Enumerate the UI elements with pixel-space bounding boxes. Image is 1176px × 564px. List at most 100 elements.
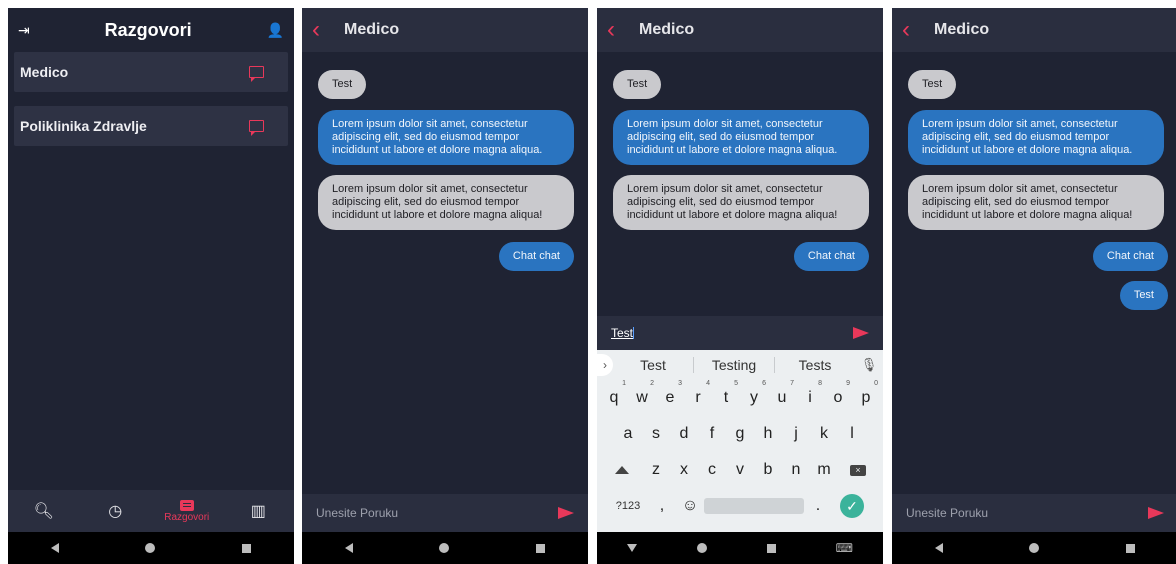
back-nav-icon[interactable] <box>51 543 60 553</box>
key-b[interactable]: b <box>754 461 782 479</box>
page-title: Razgovori <box>104 19 192 40</box>
key-h[interactable]: h <box>754 425 782 443</box>
logout-icon[interactable]: ⇥ <box>18 22 30 39</box>
message-bubble: Test <box>1119 281 1168 310</box>
key-y[interactable]: y6 <box>740 380 768 407</box>
clock-icon: ◷ <box>108 503 123 520</box>
back-nav-icon[interactable] <box>935 543 944 553</box>
message-input[interactable]: Unesite Poruku <box>316 506 398 520</box>
chevron-right-icon[interactable]: › <box>597 354 613 376</box>
suggestion[interactable]: Tests <box>775 357 855 373</box>
conversation-name: Poliklinika Zdravlje <box>20 118 147 134</box>
message-bubble: Lorem ipsum dolor sit amet, consectetur … <box>318 175 574 230</box>
message-input[interactable]: Unesite Poruku <box>906 506 988 520</box>
key-o[interactable]: o9 <box>824 380 852 407</box>
key-g[interactable]: g <box>726 425 754 443</box>
tab-razgovori[interactable]: Razgovori <box>162 499 212 523</box>
back-nav-icon[interactable] <box>345 543 354 553</box>
message-input-bar[interactable]: Unesite Poruku <box>892 494 1176 532</box>
key-c[interactable]: c <box>698 461 726 479</box>
phone-conversations: ⇥ Razgovori 👤 Medico Poliklinika Zdravlj… <box>8 8 294 564</box>
message-bubble: Lorem ipsum dolor sit amet, consectetur … <box>613 110 869 165</box>
message-bubble: Test <box>318 70 367 99</box>
key-d[interactable]: d <box>670 425 698 443</box>
phone-chat-sent: ‹ Medico Test Lorem ipsum dolor sit amet… <box>892 8 1176 564</box>
home-nav-icon[interactable] <box>1029 543 1040 553</box>
keyboard-row-1: q1w2e3r4t5y6u7i8o9p0 <box>597 380 883 416</box>
keyboard-icon[interactable]: ⌨ <box>836 541 853 555</box>
send-icon[interactable] <box>1148 507 1164 519</box>
symbols-key[interactable]: ?123 <box>608 500 648 512</box>
bottom-tab-bar: 🔍︎ ◷ Razgovori ▥ <box>8 490 294 532</box>
message-bubble: Chat chat <box>793 242 869 271</box>
key-m[interactable]: m <box>810 461 838 479</box>
emoji-icon[interactable]: ☺ <box>676 497 704 515</box>
recents-nav-icon[interactable] <box>1125 543 1135 553</box>
key-j[interactable]: j <box>782 425 810 443</box>
recents-nav-icon[interactable] <box>766 543 776 553</box>
key-w[interactable]: w2 <box>628 380 656 407</box>
key-a[interactable]: a <box>614 425 642 443</box>
recents-nav-icon[interactable] <box>241 543 251 553</box>
back-chevron-icon[interactable]: ‹ <box>302 16 344 44</box>
key-t[interactable]: t5 <box>712 380 740 407</box>
key-x[interactable]: x <box>670 461 698 479</box>
message-bubble: Chat chat <box>498 242 574 271</box>
home-nav-icon[interactable] <box>696 543 707 553</box>
map-icon: ▥ <box>250 503 266 520</box>
tab-history[interactable]: ◷ <box>90 501 140 521</box>
period-key[interactable]: . <box>804 497 832 515</box>
keyboard-row-2: asdfghjkl <box>597 416 883 452</box>
enter-key[interactable]: ✓ <box>832 494 872 518</box>
key-hint: 1 <box>622 380 626 387</box>
suggestion[interactable]: Testing <box>694 357 775 373</box>
shift-key[interactable] <box>602 466 642 474</box>
space-key[interactable] <box>704 498 804 514</box>
home-nav-icon[interactable] <box>439 543 450 553</box>
send-icon[interactable] <box>558 507 574 519</box>
tab-map[interactable]: ▥ <box>233 501 283 521</box>
key-e[interactable]: e3 <box>656 380 684 407</box>
key-hint: 0 <box>874 380 878 387</box>
system-nav-bar <box>8 532 294 564</box>
key-i[interactable]: i8 <box>796 380 824 407</box>
chat-appbar: ‹ Medico <box>597 8 883 52</box>
message-bubble: Lorem ipsum dolor sit amet, consectetur … <box>908 110 1164 165</box>
hide-keyboard-icon[interactable] <box>626 544 637 552</box>
message-input-bar[interactable]: Unesite Poruku <box>302 494 588 532</box>
backspace-icon: × <box>850 464 866 476</box>
comma-key[interactable]: , <box>648 497 676 515</box>
key-n[interactable]: n <box>782 461 810 479</box>
message-input-bar[interactable]: Test <box>597 316 883 350</box>
send-icon[interactable] <box>853 327 869 339</box>
key-z[interactable]: z <box>642 461 670 479</box>
tab-search[interactable]: 🔍︎ <box>19 501 69 521</box>
chat-icon <box>179 499 194 511</box>
key-l[interactable]: l <box>838 425 866 443</box>
key-s[interactable]: s <box>642 425 670 443</box>
key-v[interactable]: v <box>726 461 754 479</box>
key-r[interactable]: r4 <box>684 380 712 407</box>
key-u[interactable]: u7 <box>768 380 796 407</box>
message-input[interactable]: Test <box>611 326 634 340</box>
check-icon: ✓ <box>840 494 864 518</box>
key-f[interactable]: f <box>698 425 726 443</box>
microphone-icon[interactable]: 🎙︎ <box>855 357 883 373</box>
phone-chat: ‹ Medico Test Lorem ipsum dolor sit amet… <box>302 8 588 564</box>
home-nav-icon[interactable] <box>145 543 156 553</box>
key-k[interactable]: k <box>810 425 838 443</box>
back-chevron-icon[interactable]: ‹ <box>892 16 934 44</box>
system-nav-bar <box>892 532 1176 564</box>
key-hint: 7 <box>790 380 794 387</box>
conversation-item-medico[interactable]: Medico <box>14 52 288 92</box>
back-chevron-icon[interactable]: ‹ <box>597 16 639 44</box>
conversation-item-poliklinika[interactable]: Poliklinika Zdravlje <box>14 106 288 146</box>
profile-icon[interactable]: 👤 <box>267 22 284 39</box>
recents-nav-icon[interactable] <box>535 543 545 553</box>
message-bubble: Lorem ipsum dolor sit amet, consectetur … <box>318 110 574 165</box>
suggestion[interactable]: Test <box>613 357 694 373</box>
chat-icon <box>249 120 264 136</box>
key-q[interactable]: q1 <box>600 380 628 407</box>
key-p[interactable]: p0 <box>852 380 880 407</box>
backspace-key[interactable]: × <box>838 464 878 476</box>
